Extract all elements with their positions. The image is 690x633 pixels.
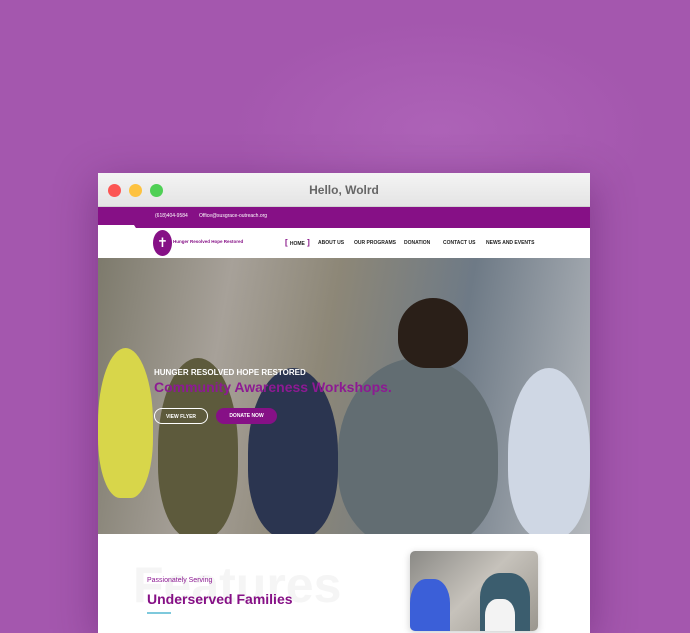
heading-underline bbox=[147, 612, 171, 614]
section-heading: Underserved Families bbox=[147, 591, 293, 607]
hero-photo-person bbox=[398, 298, 468, 368]
hero-title: Community Awareness Workshops. bbox=[154, 379, 392, 395]
phone-number[interactable]: (618)404-9584 bbox=[155, 213, 188, 219]
section-eyebrow: Passionately Serving bbox=[147, 577, 213, 584]
browser-window: Hello, Wolrd (618)404-9584 Office@susgra… bbox=[98, 173, 590, 633]
hero-photo-person bbox=[98, 348, 153, 498]
cross-logo-icon[interactable]: ✝ bbox=[153, 230, 172, 256]
email-link[interactable]: Office@susgrace-outreach.org bbox=[199, 213, 267, 219]
donate-now-button[interactable]: DONATE NOW bbox=[216, 408, 277, 424]
logo-text[interactable]: Hunger Resolved Hope Restored bbox=[173, 239, 243, 244]
nav-home[interactable]: [ HOME ] bbox=[285, 238, 310, 247]
hero-banner: HUNGER RESOLVED HOPE RESTORED Community … bbox=[98, 258, 590, 534]
title-bar: Hello, Wolrd bbox=[98, 173, 590, 207]
families-photo bbox=[410, 551, 538, 631]
contact-bar: (618)404-9584 Office@susgrace-outreach.o… bbox=[98, 207, 590, 225]
features-section: Features Passionately Serving Underserve… bbox=[98, 534, 590, 633]
hero-photo-person bbox=[508, 368, 590, 534]
hero-subtitle: HUNGER RESOLVED HOPE RESTORED bbox=[154, 368, 306, 377]
main-nav: ✝ Hunger Resolved Hope Restored [ HOME ]… bbox=[98, 225, 590, 258]
nav-our-programs[interactable]: OUR PROGRAMS bbox=[354, 240, 396, 246]
window-title: Hello, Wolrd bbox=[309, 183, 379, 197]
view-flyer-button[interactable]: VIEW FLYER bbox=[154, 408, 208, 424]
nav-news-and-events[interactable]: NEWS AND EVENTS bbox=[486, 240, 534, 246]
nav-contact-us[interactable]: CONTACT US bbox=[443, 240, 475, 246]
nav-about-us[interactable]: ABOUT US bbox=[318, 240, 344, 246]
nav-donation[interactable]: DONATION bbox=[404, 240, 430, 246]
